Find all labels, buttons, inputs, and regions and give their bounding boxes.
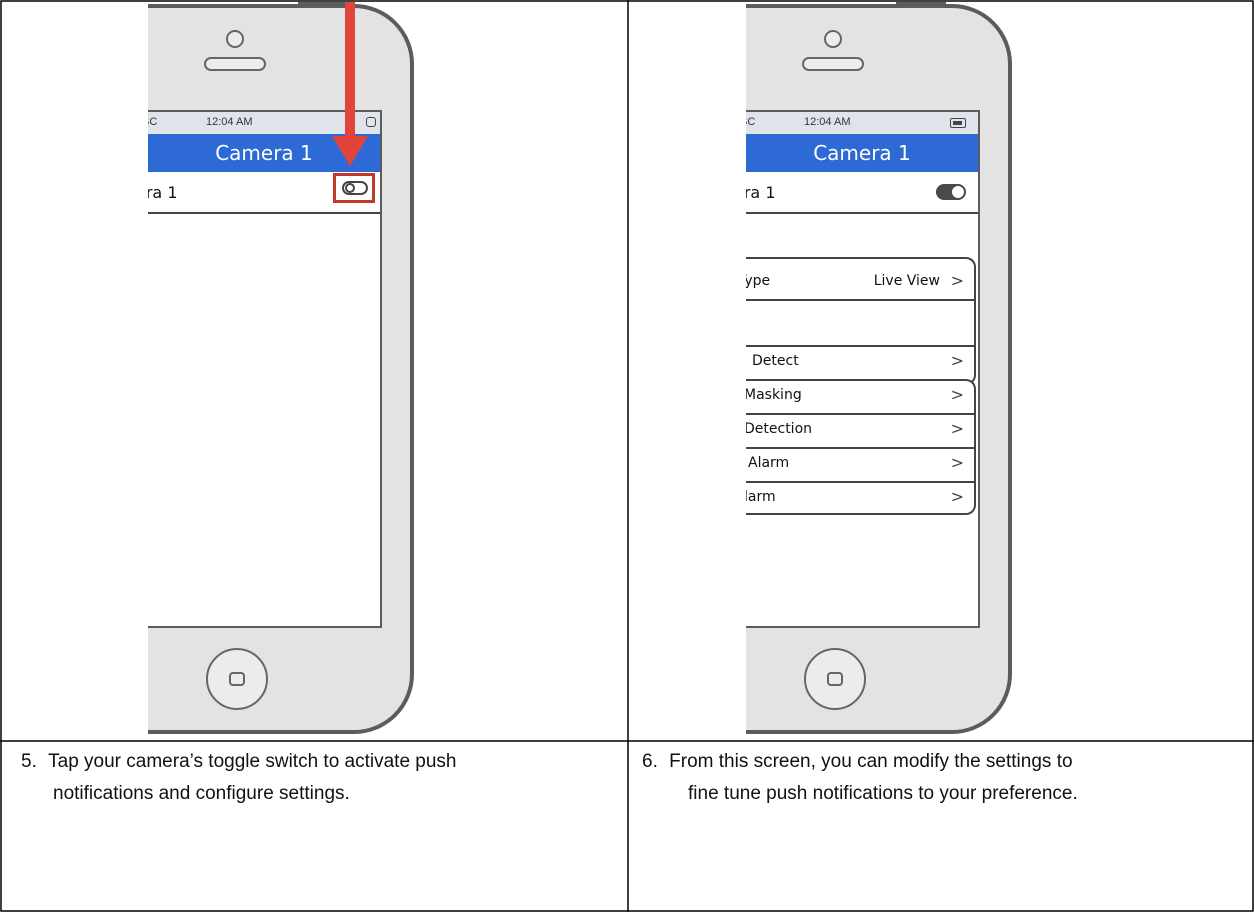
camera-row[interactable]: era 1 [746,172,978,214]
speaker-icon [204,57,266,71]
settings-row-value: Live View [873,273,940,289]
camera-row-label: era 1 [746,183,776,202]
caption-line: notifications and configure settings. [53,783,350,804]
toggle-knob [345,183,355,193]
status-bar: BC 12:04 AM [746,112,978,134]
chevron-right-icon: > [950,385,964,404]
settings-row[interactable]: Detect > [746,347,974,381]
settings-row-label: Detect [752,353,799,369]
caption-line: 5. Tap your camera’s toggle switch to ac… [21,746,621,778]
nav-title: Camera 1 [813,141,911,165]
settings-row[interactable]: Detection > [746,415,974,449]
speaker-icon [802,57,864,71]
chevron-right-icon: > [950,271,964,290]
settings-row-label: Type [746,273,771,289]
settings-row-label: Alarm [748,455,790,471]
time-label: 12:04 AM [206,116,253,128]
caption-text: Tap your camera’s toggle switch to activ… [48,751,457,772]
settings-row[interactable]: Type Live View > [746,263,974,301]
settings-row-label: larm [746,489,776,505]
step-number: 6. [642,751,658,772]
carrier-label: BC [148,116,158,128]
settings-row[interactable]: Masking > [746,381,974,415]
toggle-switch-icon[interactable] [936,184,966,200]
phone-mockup-left: BC 12:04 AM Camera 1 era 1 [148,2,418,739]
toggle-knob [951,185,965,199]
chevron-right-icon: > [950,351,964,370]
camera-row-label: era 1 [148,183,178,202]
settings-row-label: Detection [746,421,813,437]
home-button-icon [206,648,268,710]
nav-bar: Camera 1 [746,134,978,172]
chevron-right-icon: > [950,453,964,472]
settings-row [746,301,974,347]
settings-group-bottom: Masking > Detection > Alarm > larm > [746,379,976,515]
camera-row[interactable]: era 1 [148,172,380,214]
toggle-switch-icon[interactable] [342,181,368,195]
caption-step-6: 6. From this screen, you can modify the … [642,746,1246,810]
arrow-down-icon [345,2,355,140]
battery-icon [950,118,966,128]
phone-screen: BC 12:04 AM Camera 1 era 1 Type Live Vie… [746,110,980,628]
phone-mockup-right: BC 12:04 AM Camera 1 era 1 Type Live Vie… [746,2,1016,739]
step-number: 5. [21,751,37,772]
caption-step-5: 5. Tap your camera’s toggle switch to ac… [21,746,621,810]
arrow-head [332,136,368,166]
time-label: 12:04 AM [804,116,851,128]
chevron-right-icon: > [950,419,964,438]
settings-group-top: Type Live View > Detect > [746,257,976,385]
phone-screen: BC 12:04 AM Camera 1 era 1 [148,110,382,628]
carrier-label: BC [746,116,756,128]
caption-text: From this screen, you can modify the set… [669,751,1073,772]
home-button-icon [804,648,866,710]
battery-icon [366,117,376,127]
caption-line: 6. From this screen, you can modify the … [642,746,1246,778]
nav-title: Camera 1 [215,141,313,165]
left-figure-cell: BC 12:04 AM Camera 1 era 1 [2,2,626,739]
settings-row-label: Masking [746,387,802,403]
settings-row[interactable]: Alarm > [746,449,974,483]
settings-row[interactable]: larm > [746,483,974,517]
chevron-right-icon: > [950,487,964,506]
caption-line: fine tune push notifications to your pre… [688,783,1078,804]
camera-icon [824,30,842,48]
right-figure-cell: BC 12:04 AM Camera 1 era 1 Type Live Vie… [630,2,1252,739]
camera-icon [226,30,244,48]
